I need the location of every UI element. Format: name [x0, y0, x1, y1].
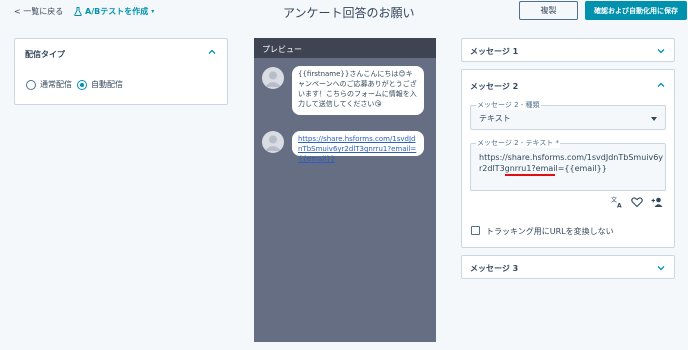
message-2-title: メッセージ 2	[470, 82, 519, 91]
avatar	[262, 131, 284, 153]
top-bar: < 一覧に戻る A/Bテストを作成 ▾ アンケート回答のお願い 複製 確認および…	[0, 0, 688, 24]
user-silhouette-icon	[265, 71, 281, 87]
back-to-list-link[interactable]: < 一覧に戻る	[14, 6, 63, 17]
translate-icon[interactable]: 文 A	[611, 196, 623, 208]
save-for-automation-button[interactable]: 確認および自動化用に保存	[585, 1, 687, 20]
message-3-card[interactable]: メッセージ 3	[461, 255, 675, 279]
message-type-label: メッセージ 2 - 種類	[476, 100, 541, 110]
no-url-conversion-label: トラッキング用にURLを変換しない	[486, 227, 614, 236]
delivery-type-title: 配信タイプ	[25, 50, 65, 59]
message-1-card[interactable]: メッセージ 1	[461, 38, 675, 62]
message-2-card: メッセージ 2 テキスト メッセージ 2 - 種類 https://share.…	[461, 69, 675, 248]
svg-text:A: A	[617, 203, 622, 209]
no-url-conversion-checkbox[interactable]	[471, 226, 480, 235]
ab-test-label: A/Bテストを作成	[85, 7, 149, 16]
chevron-up-icon[interactable]	[656, 80, 666, 90]
highlight-underline	[505, 174, 555, 176]
message-bubble: {{firstname}}さんこんにちは😊キャンペーンへのご応募ありがとうござい…	[292, 66, 424, 115]
delivery-type-card: 配信タイプ	[14, 38, 228, 105]
radio-button-selected[interactable]	[77, 79, 87, 90]
radio-auto-delivery[interactable]: 自動配信	[77, 79, 123, 90]
add-person-icon[interactable]	[651, 196, 663, 208]
preview-panel: プレビュー {{firstname}}さんこんにちは😊キャンペーンへのご応募あり…	[254, 38, 436, 342]
avatar	[262, 67, 284, 89]
copy-button[interactable]: 複製	[519, 1, 578, 20]
link-bubble[interactable]: https://share.hsforms.com/1svdJdnTbSmuiv…	[292, 131, 424, 163]
radio-normal-delivery[interactable]: 通常配信	[26, 79, 72, 90]
chevron-down-icon[interactable]	[656, 263, 666, 273]
user-silhouette-icon	[265, 135, 281, 151]
message-text-label: メッセージ 2 - テキスト *	[476, 138, 561, 148]
flask-icon	[74, 7, 82, 16]
page-title: アンケート回答のお願い	[283, 6, 415, 20]
ab-test-dropdown[interactable]: A/Bテストを作成 ▾	[74, 6, 154, 17]
message-3-title: メッセージ 3	[470, 264, 519, 273]
message-text-value: https://share.hsforms.com/1svdJdnTbSmuiv…	[479, 153, 664, 173]
message-1-title: メッセージ 1	[470, 47, 519, 56]
chevron-up-icon[interactable]	[207, 47, 217, 57]
message-type-value: テキスト	[479, 114, 511, 123]
message-text-input[interactable]: https://share.hsforms.com/1svdJdnTbSmuiv…	[470, 143, 666, 191]
radio-button[interactable]	[26, 79, 36, 90]
chevron-down-icon: ▾	[151, 8, 155, 15]
radio-label: 自動配信	[91, 80, 123, 89]
heart-icon[interactable]	[631, 196, 643, 208]
caret-down-icon	[651, 117, 657, 121]
preview-header: プレビュー	[254, 38, 436, 58]
chevron-down-icon[interactable]	[656, 46, 666, 56]
radio-label: 通常配信	[40, 80, 72, 89]
